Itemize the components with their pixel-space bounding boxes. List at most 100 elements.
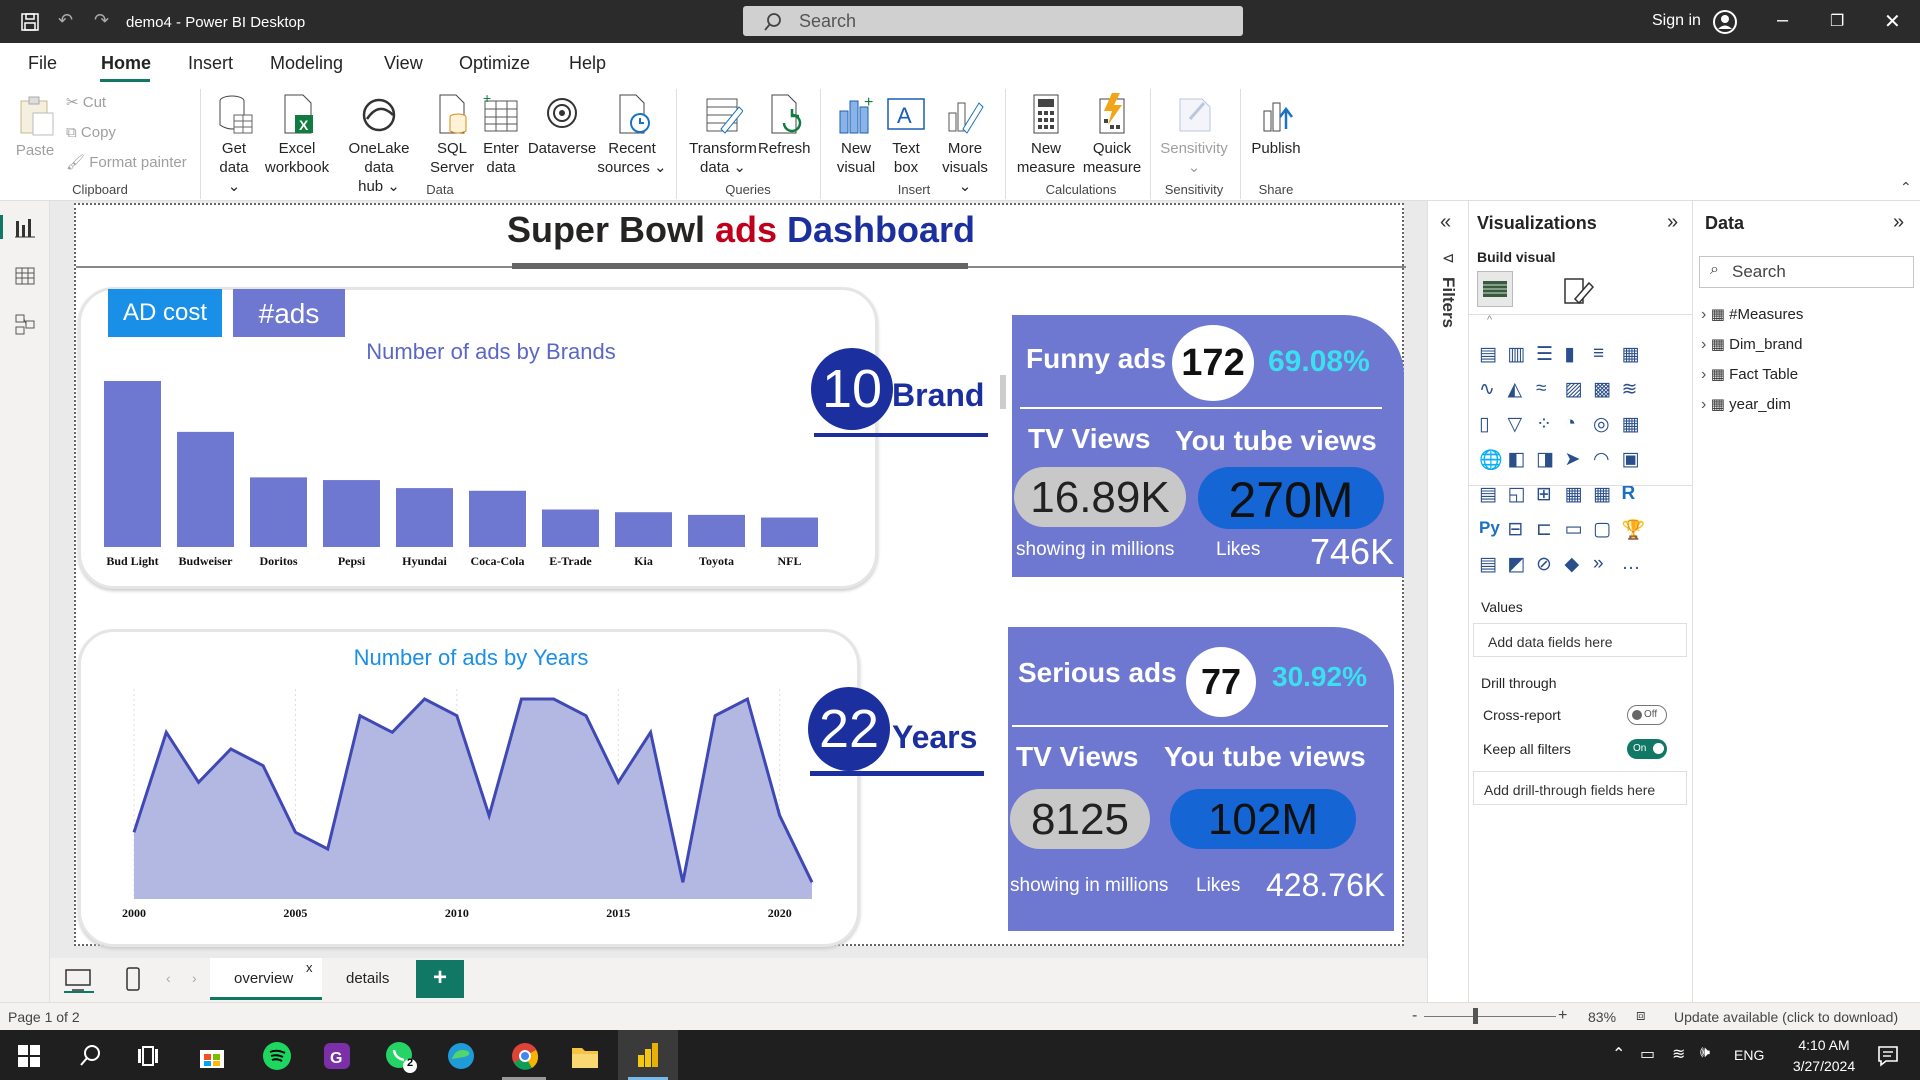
bar-pepsi[interactable] [323,480,380,547]
ads-count-button[interactable]: #ads [233,289,345,337]
trophy-visual-icon[interactable]: 🏆 [1622,518,1646,542]
filled-map-visual-icon[interactable]: ◧ [1508,448,1526,471]
prev-page-icon[interactable]: ‹ [166,970,171,986]
clustered-bar-visual-icon[interactable]: ☰ [1536,343,1553,366]
chevron-double-left-icon[interactable]: « [1440,211,1451,234]
add-drill-through-well[interactable]: Add drill-through fields here [1473,771,1687,805]
chevron-right-icon[interactable]: › [1701,366,1711,383]
line-column-visual-icon[interactable]: ▨ [1565,378,1583,401]
ad-cost-button[interactable]: AD cost [108,289,222,337]
next-page-icon[interactable]: › [192,970,197,986]
ribbon-visual-icon[interactable]: ≋ [1622,378,1638,401]
paste-button[interactable]: Paste [14,95,56,160]
battery-icon[interactable]: ▭ [1640,1044,1655,1064]
waterfall-visual-icon[interactable]: ▯ [1479,413,1489,436]
data-table-item[interactable]: › ▦ year_dim [1701,395,1791,414]
key-influencers-visual-icon[interactable]: ⊟ [1508,518,1524,541]
close-icon[interactable]: ✕ [1884,9,1901,34]
bar-bud-light[interactable] [104,381,161,547]
excel-workbook-button[interactable]: X Excel workbook [262,93,332,177]
filters-pane-collapsed[interactable]: « ⊲ Filters [1427,201,1469,1031]
chevron-right-icon[interactable]: › [1701,306,1711,323]
menu-help[interactable]: Help [569,53,606,74]
area-visual-icon[interactable]: ◭ [1508,378,1523,401]
stacked-column-visual-icon[interactable]: ▥ [1508,343,1526,366]
power-apps-visual-icon[interactable]: ◩ [1508,553,1526,576]
zoom-out-icon[interactable]: - [1412,1007,1417,1025]
redo-icon[interactable]: ↷ [94,10,109,31]
add-data-fields-well[interactable]: Add data fields here [1473,623,1687,657]
mobile-layout-icon[interactable] [124,966,142,994]
diamond-visual-icon[interactable]: ◆ [1565,553,1580,576]
store-icon[interactable] [198,1042,226,1070]
tab-details[interactable]: details [322,958,418,1000]
azure-map-visual-icon[interactable]: ➤ [1565,448,1581,471]
notifications-icon[interactable] [1876,1044,1902,1068]
undo-icon[interactable]: ↶ [58,10,73,31]
quick-measure-button[interactable]: Quick measure [1080,93,1144,177]
qa-visual-icon[interactable]: ▭ [1565,518,1583,541]
chevron-right-icon[interactable]: › [1701,336,1711,353]
data-table-item[interactable]: › ▦ #Measures [1701,305,1803,324]
treemap-visual-icon[interactable]: ▦ [1622,413,1640,436]
recent-sources-button[interactable]: Recent sources ⌄ [596,93,668,177]
menu-optimize[interactable]: Optimize [459,53,530,74]
refresh-button[interactable]: Refresh [758,93,811,158]
close-tab-icon[interactable]: x [306,960,313,975]
funnel-visual-icon[interactable]: ▽ [1508,413,1523,436]
search-input[interactable]: Search [743,6,1243,36]
chevron-visual-icon[interactable]: » [1593,553,1604,575]
decomposition-visual-icon[interactable]: ⊏ [1536,518,1552,541]
volume-icon[interactable]: 🕪 [1700,1044,1710,1062]
matrix-visual-icon[interactable]: ▦ [1593,483,1611,506]
keep-filters-toggle[interactable]: On [1627,739,1667,759]
bar-doritos[interactable] [250,477,307,547]
table-visual-icon[interactable]: ▦ [1565,483,1583,506]
format-visual-icon[interactable] [1561,273,1595,307]
copy-button[interactable]: ⧉ Copy [66,123,116,142]
dataverse-button[interactable]: Dataverse [527,93,597,158]
paginated-visual-icon[interactable]: ▤ [1479,553,1497,576]
chevron-double-right-icon[interactable]: » [1893,211,1904,234]
wifi-icon[interactable]: ≋ [1672,1044,1685,1064]
new-measure-button[interactable]: New measure [1014,93,1078,177]
new-visual-button[interactable]: + New visual [834,93,878,177]
show-hidden-icons[interactable]: ⌃ [1612,1044,1625,1064]
edge-icon[interactable] [446,1041,476,1071]
clock[interactable]: 4:10 AM 3/27/2024 [1778,1035,1870,1077]
line-clustered-visual-icon[interactable]: ▩ [1593,378,1611,401]
donut-visual-icon[interactable]: ◎ [1593,413,1610,436]
data-table-item[interactable]: › ▦ Dim_brand [1701,335,1803,354]
r-script-visual-icon[interactable]: R [1622,483,1636,505]
sensitivity-button[interactable]: Sensitivity ⌄ [1156,93,1232,177]
collapse-ribbon-icon[interactable]: ⌃ [1900,179,1912,196]
zoom-slider[interactable] [1424,1016,1556,1017]
multi-row-card-visual-icon[interactable]: ▤ [1479,483,1497,506]
powerbi-taskbar-button[interactable] [618,1030,678,1080]
account-icon[interactable] [1712,9,1738,35]
card-visual-icon[interactable]: ▣ [1622,448,1640,471]
stacked-area-visual-icon[interactable]: ≈ [1536,378,1546,400]
kpi-visual-icon[interactable]: ◱ [1508,483,1526,506]
menu-modeling[interactable]: Modeling [270,53,343,74]
map-visual-icon[interactable]: 🌐 [1479,448,1503,472]
model-view-icon[interactable] [14,313,36,335]
100-bar-visual-icon[interactable]: ≡ [1593,343,1604,365]
scroll-handle[interactable] [1000,375,1006,409]
bar-kia[interactable] [615,512,672,547]
cut-button[interactable]: ✂ Cut [66,93,106,112]
shape-map-visual-icon[interactable]: ◨ [1536,448,1554,471]
save-icon[interactable] [20,12,40,32]
cross-report-toggle[interactable]: Off [1627,705,1667,725]
zoom-in-icon[interactable]: + [1558,1007,1567,1025]
report-view-icon[interactable] [14,217,36,239]
chevron-right-icon[interactable]: › [1701,396,1711,413]
format-painter-button[interactable]: 🖌 Format painter [66,153,187,172]
transform-data-button[interactable]: Transform data ⌄ [688,93,758,177]
get-data-button[interactable]: Get data ⌄ [212,93,256,196]
add-page-button[interactable]: + [416,960,464,998]
restore-icon[interactable]: ❐ [1830,11,1844,31]
gauge-visual-icon[interactable]: ◠ [1593,448,1610,471]
sql-server-button[interactable]: SQL Server [430,93,474,177]
menu-home[interactable]: Home [101,53,151,74]
